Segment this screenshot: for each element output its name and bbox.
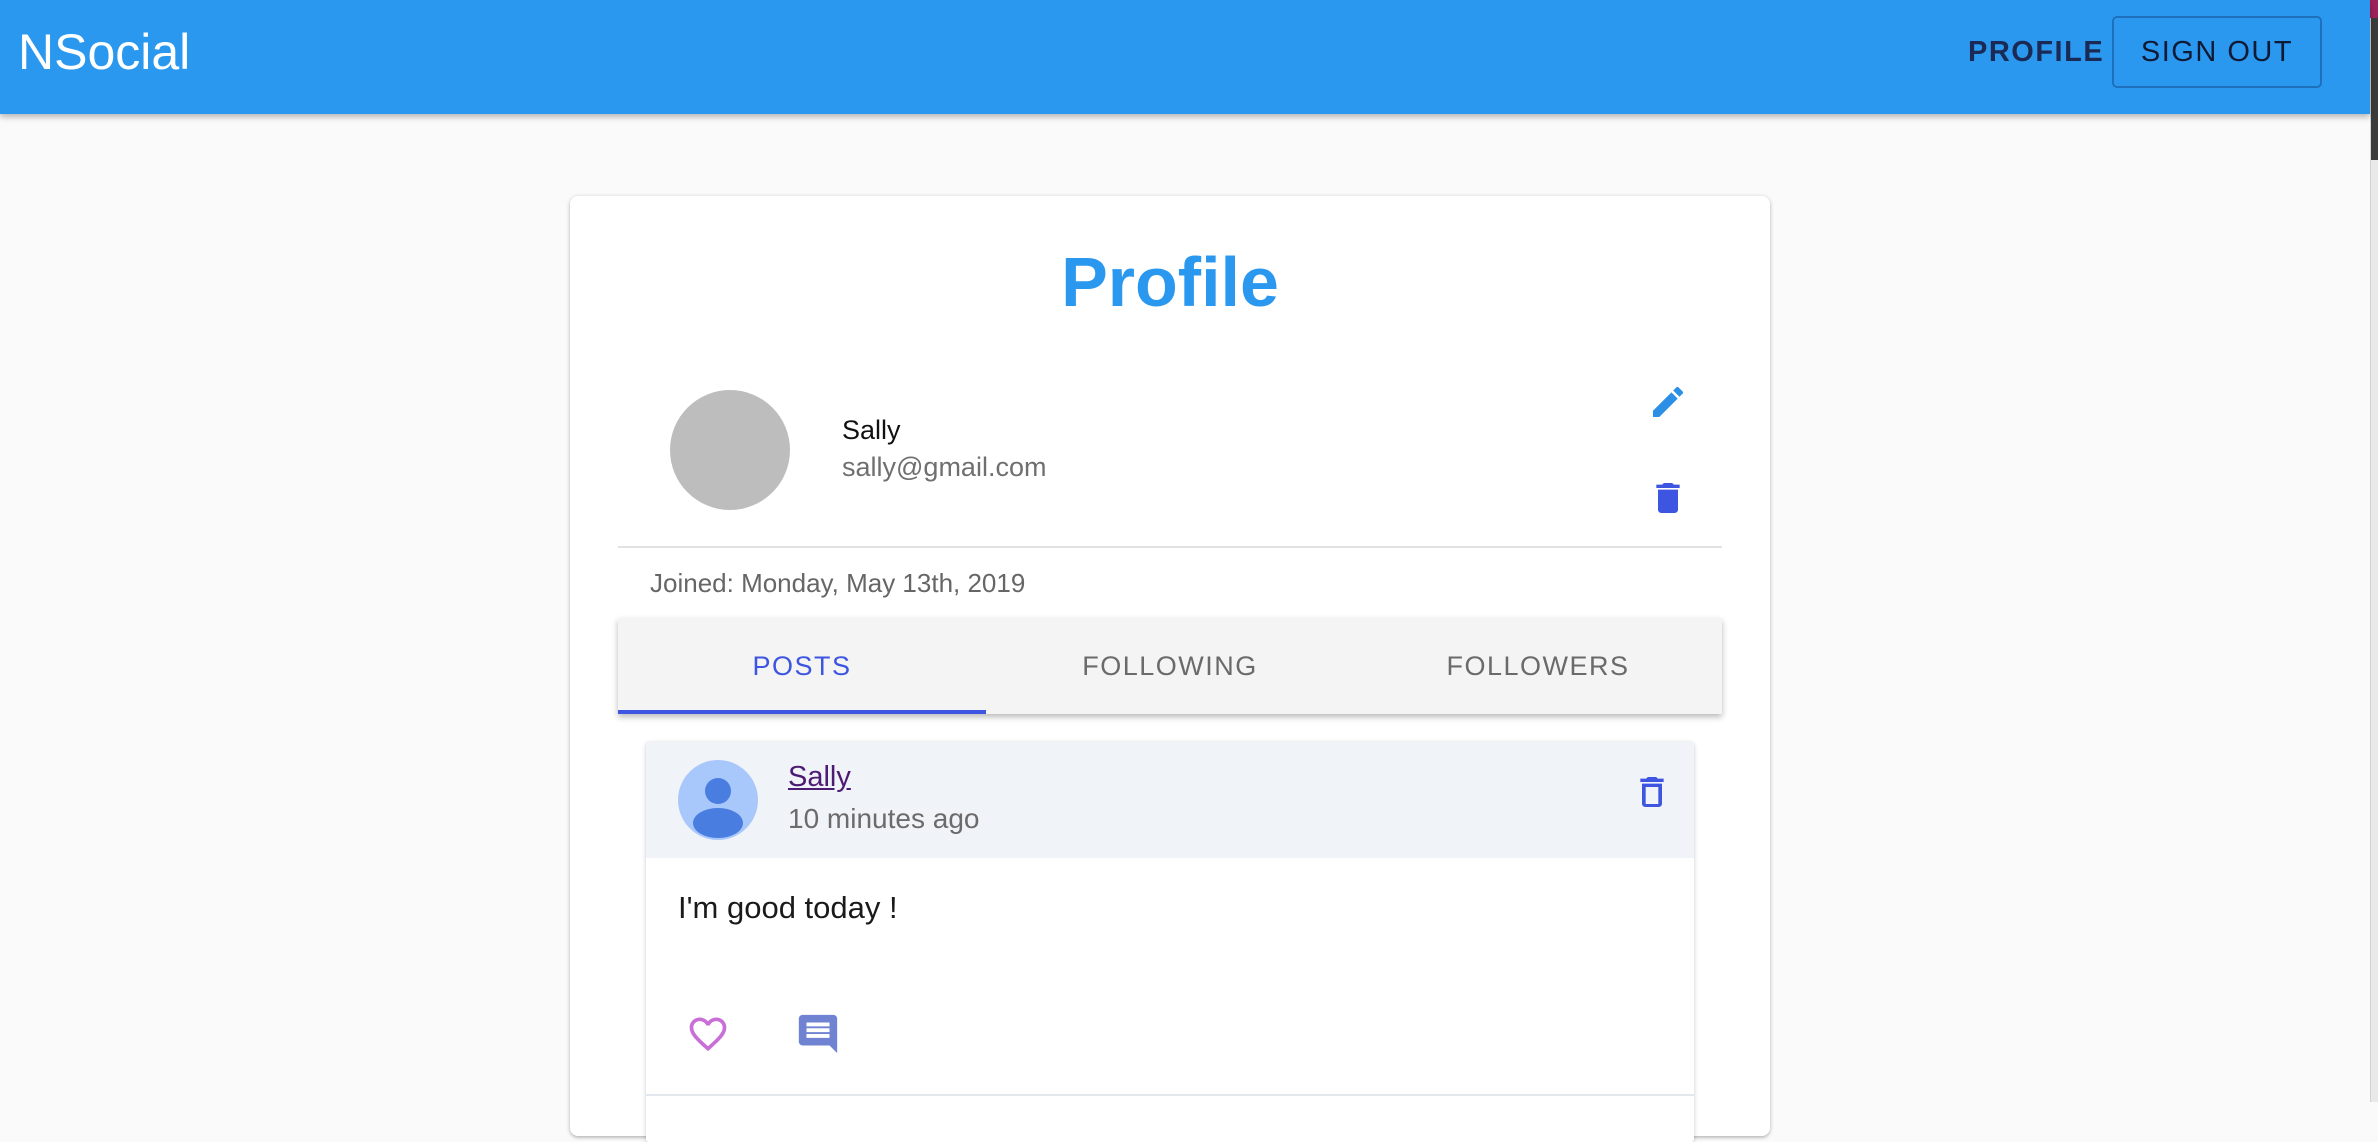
post-text: I'm good today ! [678,890,898,925]
comment-button[interactable] [788,1004,848,1064]
post-card: Sally 10 minutes ago I'm good today ! [646,742,1694,1142]
profile-tabs: POSTS FOLLOWING FOLLOWERS [618,618,1722,714]
profile-email: sally@gmail.com [842,452,1047,482]
pencil-icon [1653,386,1684,417]
trash-icon [1656,483,1680,513]
post-header: Sally 10 minutes ago [646,742,1694,858]
scrollbar-thumb[interactable] [2371,0,2378,160]
sign-out-button[interactable]: SIGN OUT [2112,16,2322,88]
profile-name: Sally [842,415,901,445]
heart-outline-icon [689,1017,727,1052]
trash-icon [1640,777,1664,807]
delete-profile-button[interactable] [1636,466,1700,530]
joined-date: Joined: Monday, May 13th, 2019 [650,568,1026,598]
post-avatar[interactable] [678,760,758,840]
like-button[interactable] [678,1004,738,1064]
tab-label: FOLLOWERS [1446,650,1630,681]
app-bar: NSocial PROFILE SIGN OUT [0,0,2370,114]
post-author-link[interactable]: Sally [788,760,851,794]
post-timestamp: 10 minutes ago [788,803,980,834]
brand-title[interactable]: NSocial [18,24,190,80]
scrollbar-accent [2370,0,2378,18]
tab-indicator [618,710,986,714]
tab-label: FOLLOWING [1082,650,1258,681]
profile-divider [618,546,1722,548]
tab-label: POSTS [752,650,852,681]
profile-avatar [670,390,790,510]
scrollbar-track[interactable] [2370,0,2378,1102]
edit-profile-button[interactable] [1636,370,1700,434]
delete-post-button[interactable] [1622,762,1682,822]
comment-icon [798,1014,838,1054]
person-icon [678,760,758,840]
page-title: Profile [1061,243,1279,321]
nav-profile-link[interactable]: PROFILE [1968,36,2104,68]
tab-posts[interactable]: POSTS [618,618,986,714]
tab-following[interactable]: FOLLOWING [986,618,1354,714]
profile-card: Profile Sally sally@gmail.com Joined: Mo… [570,196,1770,1142]
post-divider [646,1094,1694,1096]
tab-followers[interactable]: FOLLOWERS [1354,618,1722,714]
